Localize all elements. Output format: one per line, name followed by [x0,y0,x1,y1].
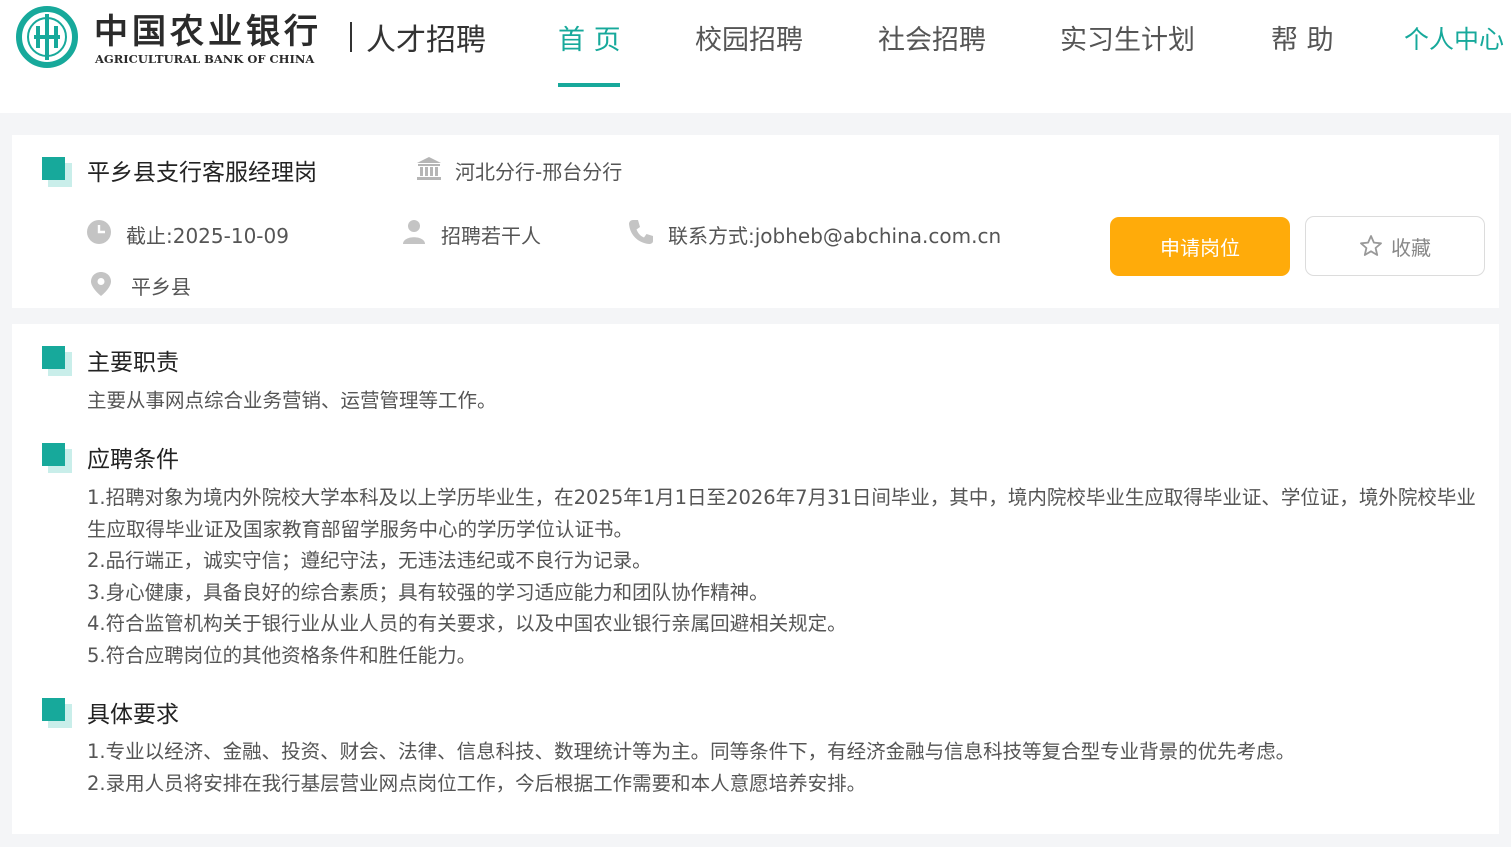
job-branch: 河北分行-邢台分行 [455,160,623,184]
location-pin-icon [91,272,111,296]
job-contact: 联系方式:jobheb@abchina.com.cn [668,224,1002,248]
job-headcount: 招聘若干人 [441,224,541,248]
favorite-label: 收藏 [1391,235,1431,260]
nav-personal-center[interactable]: 个人中心 [1404,20,1504,56]
nav-help[interactable]: 帮 助 [1271,18,1334,57]
job-title: 平乡县支行客服经理岗 [87,160,317,186]
favorite-button[interactable]: 收藏 [1305,216,1485,276]
nav-active-indicator [558,83,620,87]
section-body-requirements: 1.专业以经济、金融、投资、财会、法律、信息科技、数理统计等为主。同等条件下，有… [87,736,1482,799]
star-icon [1360,235,1382,256]
section-body-conditions: 1.招聘对象为境内外院校大学本科及以上学历毕业生，在2025年1月1日至2026… [87,482,1482,671]
brand-name-en: AGRICULTURAL BANK OF CHINA [95,52,315,66]
duty-line: 主要从事网点综合业务营销、运营管理等工作。 [87,389,497,412]
clock-icon [87,220,111,244]
condition-line: 3.身心健康，具备良好的综合素质；具有较强的学习适应能力和团队协作精神。 [87,580,769,604]
title-marker-icon [42,157,72,187]
section-title-duties: 主要职责 [87,350,179,376]
nav-home[interactable]: 首 页 [558,18,621,57]
brand-name-cn: 中国农业银行 [94,12,322,52]
abc-bank-logo-icon[interactable] [14,6,80,68]
bank-building-icon [417,157,441,180]
requirement-line: 1.专业以经济、金融、投资、财会、法律、信息科技、数理统计等为主。同等条件下，有… [87,740,1296,763]
condition-line: 4.符合监管机构关于银行业从业人员的有关要求，以及中国农业银行亲属回避相关规定。 [87,612,847,635]
nav-internship-plan[interactable]: 实习生计划 [1060,18,1195,57]
requirement-line: 2.录用人员将安排在我行基层营业网点岗位工作，今后根据工作需要和本人意愿培养安排… [87,771,867,795]
job-detail-card: 主要职责 主要从事网点综合业务营销、运营管理等工作。 应聘条件 1.招聘对象为境… [12,324,1499,834]
person-icon [403,220,425,244]
job-summary-card: 平乡县支行客服经理岗 河北分行-邢台分行 截止:2025-10-09 招聘若干人… [12,135,1499,308]
nav-campus-recruitment[interactable]: 校园招聘 [695,18,803,57]
apply-button[interactable]: 申请岗位 [1110,217,1290,276]
condition-line: 5.符合应聘岗位的其他资格条件和胜任能力。 [87,643,477,667]
condition-line: 2.品行端正，诚实守信；遵纪守法，无违法违纪或不良行为记录。 [87,549,652,572]
section-title-conditions: 应聘条件 [87,447,179,473]
section-marker-icon [42,698,72,728]
phone-icon [629,220,653,244]
nav-social-recruitment[interactable]: 社会招聘 [878,18,986,57]
section-title-requirements: 具体要求 [87,702,179,728]
job-deadline: 截止:2025-10-09 [126,224,289,248]
section-marker-icon [42,443,72,473]
section-marker-icon [42,346,72,376]
section-body-duties: 主要从事网点综合业务营销、运营管理等工作。 [87,385,1482,417]
site-header: 中国农业银行 AGRICULTURAL BANK OF CHINA 人才招聘 首… [0,0,1511,113]
brand-divider [350,22,352,52]
condition-line: 1.招聘对象为境内外院校大学本科及以上学历毕业生，在2025年1月1日至2026… [87,486,1476,541]
job-location: 平乡县 [131,275,191,299]
brand-subtitle: 人才招聘 [366,23,486,58]
